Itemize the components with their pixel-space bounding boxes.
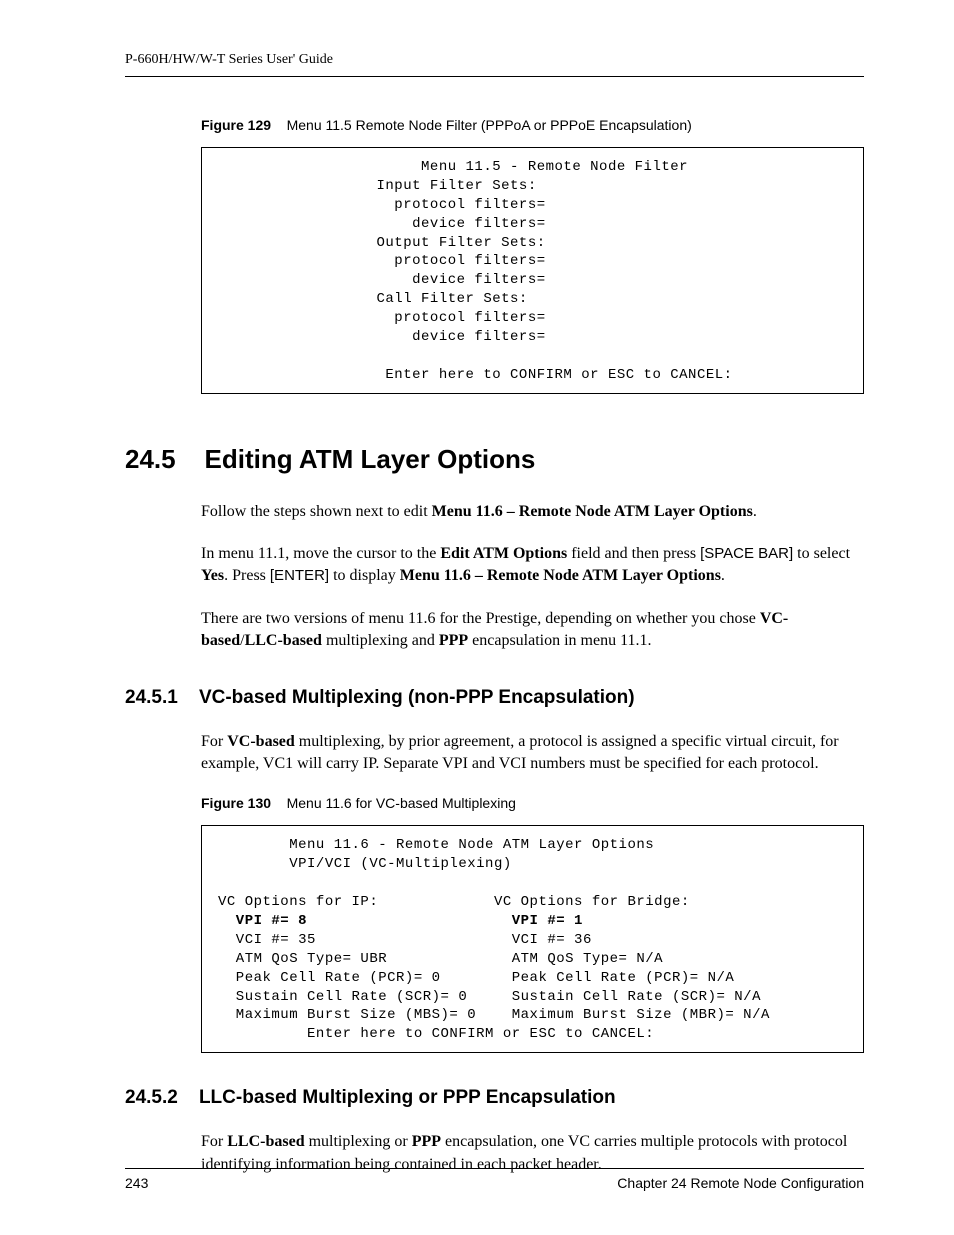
- section-24-5-number: 24.5: [125, 444, 176, 474]
- section-24-5-1-para1: For VC-based multiplexing, by prior agre…: [201, 731, 864, 776]
- text-run: In menu 11.1, move the cursor to the: [201, 545, 440, 562]
- section-24-5-heading: 24.5 Editing ATM Layer Options: [125, 444, 864, 475]
- text-run: multiplexing and: [322, 632, 439, 649]
- text-run: to display: [329, 567, 400, 584]
- figure-129-caption: Figure 129 Menu 11.5 Remote Node Filter …: [201, 117, 864, 133]
- section-24-5-2-heading: 24.5.2 LLC-based Multiplexing or PPP Enc…: [125, 1087, 864, 1109]
- text-run: multiplexing, by prior agreement, a prot…: [201, 733, 839, 772]
- text-run-key: [ENTER]: [270, 567, 329, 584]
- section-24-5-title: Editing ATM Layer Options: [205, 444, 536, 474]
- text-run: . Press: [224, 567, 270, 584]
- figure-130-caption: Figure 130 Menu 11.6 for VC-based Multip…: [201, 795, 864, 811]
- text-run-bold: Yes: [201, 567, 224, 584]
- figure-130-terminal: Menu 11.6 - Remote Node ATM Layer Option…: [201, 825, 864, 1053]
- terminal-text: Menu 11.6 - Remote Node ATM Layer Option…: [218, 837, 690, 910]
- section-24-5-para3: There are two versions of menu 11.6 for …: [201, 608, 864, 653]
- text-run-bold: PPP: [412, 1133, 441, 1150]
- text-run-key: [SPACE BAR]: [700, 545, 793, 562]
- section-24-5-1-number: 24.5.1: [125, 687, 178, 708]
- text-run-bold: LLC-based: [245, 632, 322, 649]
- text-run-bold: Menu 11.6 – Remote Node ATM Layer Option…: [400, 567, 721, 584]
- figure-130-text: Menu 11.6 for VC-based Multiplexing: [287, 795, 516, 811]
- section-24-5-2-title: LLC-based Multiplexing or PPP Encapsulat…: [199, 1087, 616, 1108]
- section-24-5-1-heading: 24.5.1 VC-based Multiplexing (non-PPP En…: [125, 687, 864, 709]
- section-24-5-para2: In menu 11.1, move the cursor to the Edi…: [201, 543, 864, 588]
- text-run: For: [201, 733, 227, 750]
- text-run: For: [201, 1133, 227, 1150]
- section-24-5-1-title: VC-based Multiplexing (non-PPP Encapsula…: [199, 687, 635, 708]
- figure-129-terminal: Menu 11.5 - Remote Node Filter Input Fil…: [201, 147, 864, 394]
- text-run: field and then press: [567, 545, 700, 562]
- text-run: .: [721, 567, 725, 584]
- text-run: to select: [793, 545, 850, 562]
- text-run: encapsulation in menu 11.1.: [468, 632, 651, 649]
- text-run: There are two versions of menu 11.6 for …: [201, 610, 760, 627]
- text-run-bold: LLC-based: [227, 1133, 304, 1150]
- figure-130-label: Figure 130: [201, 795, 271, 811]
- text-run-bold: Edit ATM Options: [440, 545, 567, 562]
- terminal-text-bold: VPI #= 8 VPI #= 1: [218, 913, 583, 929]
- figure-129-label: Figure 129: [201, 117, 271, 133]
- terminal-text: VCI #= 35 VCI #= 36 ATM QoS Type= UBR AT…: [218, 932, 770, 1042]
- section-24-5-para1: Follow the steps shown next to edit Menu…: [201, 501, 864, 523]
- text-run-bold: PPP: [439, 632, 468, 649]
- text-run: Follow the steps shown next to edit: [201, 503, 432, 520]
- section-24-5-2-number: 24.5.2: [125, 1087, 178, 1108]
- running-header: P-660H/HW/W-T Series User' Guide: [125, 52, 864, 77]
- chapter-label: Chapter 24 Remote Node Configuration: [617, 1175, 864, 1191]
- text-run: multiplexing or: [305, 1133, 412, 1150]
- text-run-bold: VC-based: [227, 733, 295, 750]
- page-number: 243: [125, 1175, 148, 1191]
- text-run-bold: Menu 11.6 – Remote Node ATM Layer Option…: [432, 503, 753, 520]
- figure-129-text: Menu 11.5 Remote Node Filter (PPPoA or P…: [287, 117, 692, 133]
- text-run: .: [753, 503, 757, 520]
- page-footer: 243 Chapter 24 Remote Node Configuration: [125, 1168, 864, 1191]
